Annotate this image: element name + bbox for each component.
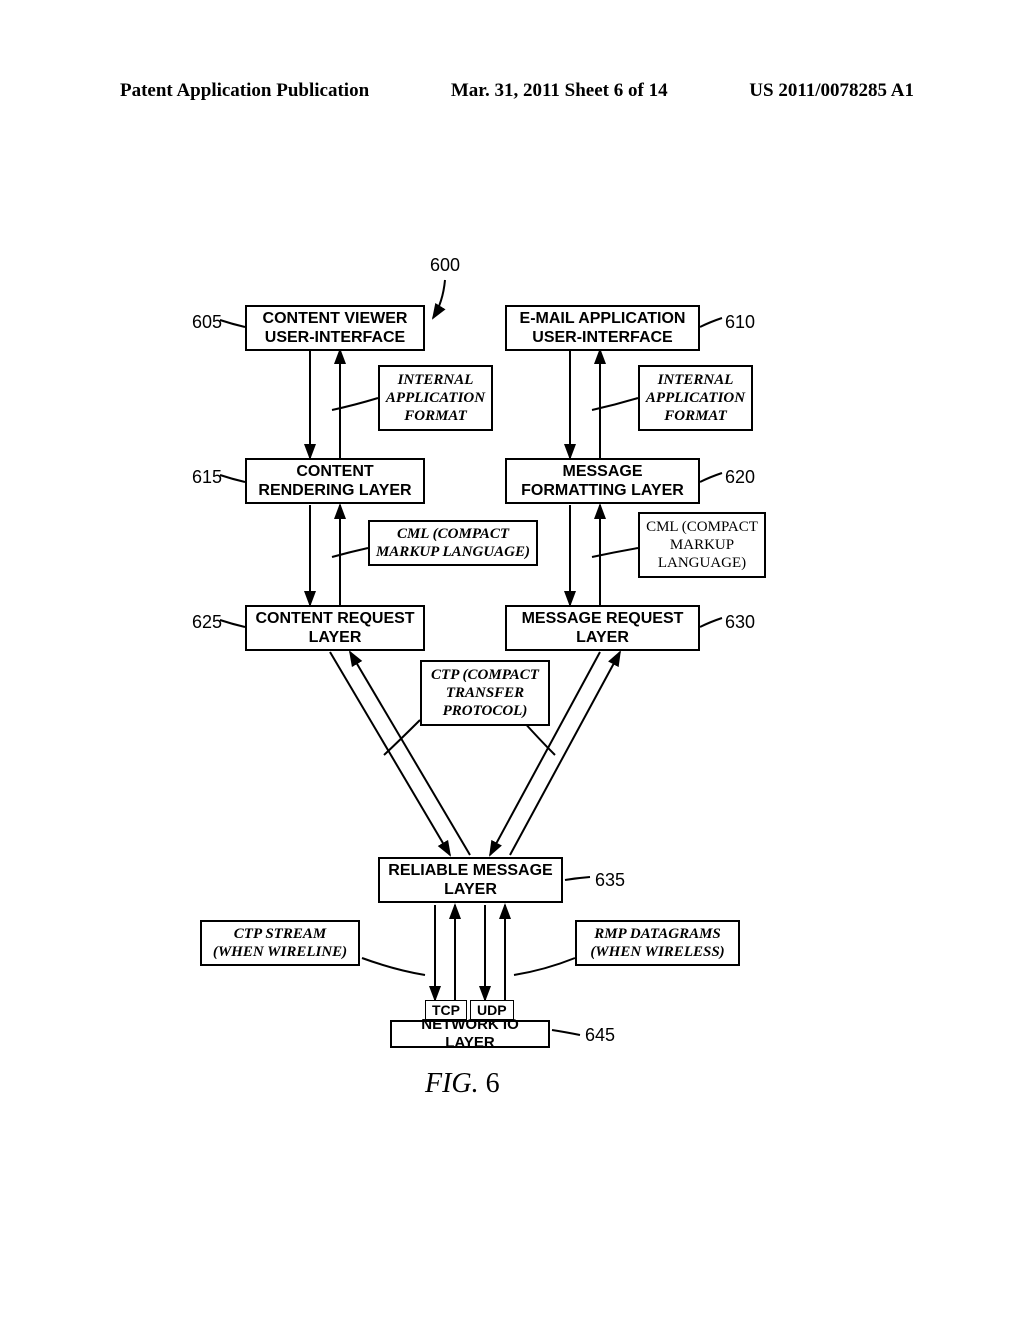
text: USER-INTERFACE bbox=[532, 328, 672, 347]
text: INTERNAL bbox=[398, 371, 474, 389]
text: RELIABLE MESSAGE bbox=[388, 861, 552, 880]
text: CONTENT REQUEST bbox=[255, 609, 414, 628]
ref-635: 635 bbox=[595, 870, 625, 891]
text: CTP STREAM bbox=[234, 925, 326, 943]
ref-620: 620 bbox=[725, 467, 755, 488]
text: PROTOCOL) bbox=[443, 702, 528, 720]
text: (WHEN WIRELINE) bbox=[213, 943, 347, 961]
text: APPLICATION bbox=[646, 389, 745, 407]
text: FORMAT bbox=[664, 407, 727, 425]
box-internal-app-format-right: INTERNAL APPLICATION FORMAT bbox=[638, 365, 753, 431]
box-cml-right: CML (COMPACT MARKUP LANGUAGE) bbox=[638, 512, 766, 578]
text: CML (COMPACT bbox=[646, 518, 758, 536]
box-content-viewer-ui: CONTENT VIEWER USER-INTERFACE bbox=[245, 305, 425, 351]
box-ctp-stream: CTP STREAM (WHEN WIRELINE) bbox=[200, 920, 360, 966]
text: LAYER bbox=[309, 628, 362, 647]
diagram-container: 600 CONTENT VIEWER USER-INTERFACE 605 E-… bbox=[0, 200, 1024, 1150]
text: CONTENT bbox=[296, 462, 373, 481]
text: CTP (COMPACT bbox=[431, 666, 539, 684]
header-left: Patent Application Publication bbox=[120, 80, 369, 102]
box-content-rendering: CONTENT RENDERING LAYER bbox=[245, 458, 425, 504]
box-content-request: CONTENT REQUEST LAYER bbox=[245, 605, 425, 651]
text: LAYER bbox=[444, 880, 497, 899]
ref-610: 610 bbox=[725, 312, 755, 333]
ref-600: 600 bbox=[430, 255, 460, 276]
ref-645: 645 bbox=[585, 1025, 615, 1046]
text: MESSAGE bbox=[562, 462, 642, 481]
box-ctp: CTP (COMPACT TRANSFER PROTOCOL) bbox=[420, 660, 550, 726]
header-right: US 2011/0078285 A1 bbox=[749, 80, 914, 102]
box-cml-left: CML (COMPACT MARKUP LANGUAGE) bbox=[368, 520, 538, 566]
text: APPLICATION bbox=[386, 389, 485, 407]
text: MARKUP bbox=[670, 536, 734, 554]
text: MESSAGE REQUEST bbox=[522, 609, 684, 628]
text: LANGUAGE) bbox=[658, 554, 746, 572]
text: LAYER bbox=[576, 628, 629, 647]
box-email-app-ui: E-MAIL APPLICATION USER-INTERFACE bbox=[505, 305, 700, 351]
box-message-formatting: MESSAGE FORMATTING LAYER bbox=[505, 458, 700, 504]
box-network-io: NETWORK IO LAYER bbox=[390, 1020, 550, 1048]
text: USER-INTERFACE bbox=[265, 328, 405, 347]
ref-630: 630 bbox=[725, 612, 755, 633]
text: CML (COMPACT bbox=[397, 525, 509, 543]
box-message-request: MESSAGE REQUEST LAYER bbox=[505, 605, 700, 651]
ref-605: 605 bbox=[192, 312, 222, 333]
ref-625: 625 bbox=[192, 612, 222, 633]
text: FORMATTING LAYER bbox=[521, 481, 684, 500]
text: CONTENT VIEWER bbox=[263, 309, 408, 328]
fig-number: 6 bbox=[486, 1068, 500, 1099]
box-rmp-datagrams: RMP DATAGRAMS (WHEN WIRELESS) bbox=[575, 920, 740, 966]
page-header: Patent Application Publication Mar. 31, … bbox=[0, 80, 1024, 102]
text: RENDERING LAYER bbox=[258, 481, 411, 500]
box-internal-app-format-left: INTERNAL APPLICATION FORMAT bbox=[378, 365, 493, 431]
text: MARKUP LANGUAGE) bbox=[376, 543, 530, 561]
text: TRANSFER bbox=[446, 684, 524, 702]
text: INTERNAL bbox=[658, 371, 734, 389]
fig-prefix: FIG. bbox=[425, 1068, 479, 1099]
ref-615: 615 bbox=[192, 467, 222, 488]
text: FORMAT bbox=[404, 407, 467, 425]
text: E-MAIL APPLICATION bbox=[520, 309, 686, 328]
box-reliable-message: RELIABLE MESSAGE LAYER bbox=[378, 857, 563, 903]
header-middle: Mar. 31, 2011 Sheet 6 of 14 bbox=[451, 80, 668, 102]
text: RMP DATAGRAMS bbox=[594, 925, 721, 943]
text: NETWORK IO LAYER bbox=[397, 1016, 543, 1052]
figure-label: FIG. 6 bbox=[425, 1068, 500, 1100]
text: (WHEN WIRELESS) bbox=[590, 943, 724, 961]
